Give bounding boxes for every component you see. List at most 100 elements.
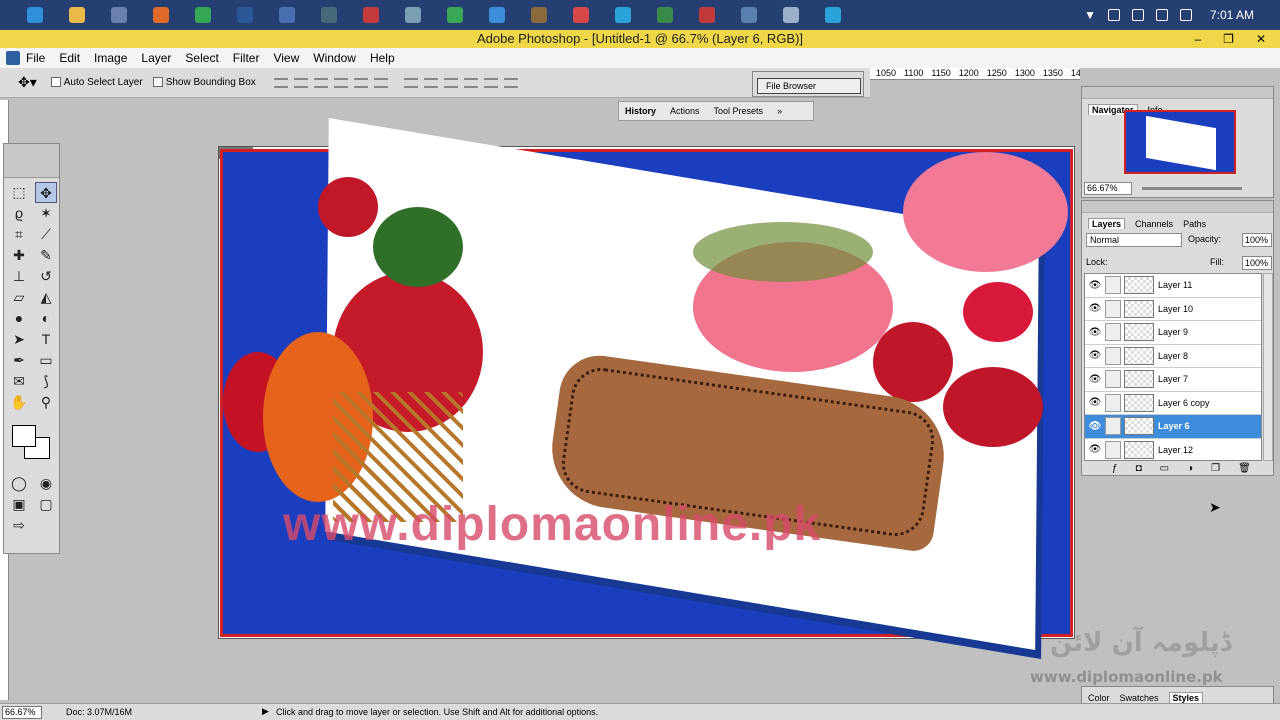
taskbar-firefox-icon[interactable] xyxy=(142,1,180,29)
menu-window[interactable]: Window xyxy=(313,51,356,65)
taskbar-paint-icon[interactable] xyxy=(688,1,726,29)
taskbar-game-icon[interactable] xyxy=(352,1,390,29)
standard-mode-icon[interactable]: ◯ xyxy=(8,473,30,494)
clone-stamp-icon[interactable]: ⊥ xyxy=(8,266,30,287)
menu-layer[interactable]: Layer xyxy=(141,51,171,65)
taskbar-pdf-icon[interactable] xyxy=(562,1,600,29)
volume-icon[interactable] xyxy=(1179,9,1192,21)
align-bottom-icon[interactable] xyxy=(313,77,328,88)
taskbar-app-icon[interactable] xyxy=(100,1,138,29)
layer-link-icon[interactable] xyxy=(1105,370,1121,389)
layer-link-icon[interactable] xyxy=(1105,393,1121,412)
new-set-icon[interactable]: ▭ xyxy=(1160,463,1169,474)
canvas[interactable]: www.diplomaonline.pk xyxy=(220,117,1073,651)
trash-icon[interactable]: 🗑 xyxy=(1238,463,1251,474)
pen-tool-icon[interactable]: ✒ xyxy=(8,350,30,371)
zoom-tool-icon[interactable]: ⚲ xyxy=(35,392,57,413)
layer-link-icon[interactable] xyxy=(1105,276,1121,295)
eyedropper-tool-icon[interactable]: ⟆ xyxy=(35,371,57,392)
lasso-tool-icon[interactable]: ϱ xyxy=(8,203,30,224)
palette-menu-icon[interactable]: » xyxy=(777,106,782,116)
foreground-color[interactable] xyxy=(12,425,36,447)
layer-row[interactable]: 👁 Layer 10 xyxy=(1085,298,1261,321)
taskbar-photoshop-icon[interactable] xyxy=(268,1,306,29)
layer-link-icon[interactable] xyxy=(1105,346,1121,365)
layer-row[interactable]: 👁 Layer 6 xyxy=(1085,415,1261,439)
menu-file[interactable]: File xyxy=(26,51,45,65)
type-tool-icon[interactable]: T xyxy=(35,329,57,350)
move-tool-preset-icon[interactable]: ✥▾ xyxy=(18,74,37,91)
path-select-icon[interactable]: ➤ xyxy=(8,329,30,350)
eye-icon[interactable]: 👁 xyxy=(1085,374,1105,385)
taskbar-globe-icon[interactable] xyxy=(646,1,684,29)
eye-icon[interactable]: 👁 xyxy=(1085,350,1105,361)
history-brush-icon[interactable]: ↺ xyxy=(35,266,57,287)
status-arrow-icon[interactable]: ▶ xyxy=(262,706,269,717)
menu-view[interactable]: View xyxy=(273,51,299,65)
align-vcenter-icon[interactable] xyxy=(293,77,308,88)
close-button[interactable]: ✕ xyxy=(1256,30,1266,48)
menu-select[interactable]: Select xyxy=(185,51,218,65)
dodge-tool-icon[interactable]: ◐ xyxy=(35,308,57,329)
opacity-input[interactable]: 100% xyxy=(1242,233,1272,247)
menu-image[interactable]: Image xyxy=(94,51,127,65)
layer-list-scrollbar[interactable] xyxy=(1263,273,1273,461)
toolbox-header[interactable] xyxy=(4,144,59,178)
taskbar-photo-icon[interactable] xyxy=(520,1,558,29)
photoshop-icon[interactable] xyxy=(6,51,20,65)
network-icon[interactable] xyxy=(1155,9,1168,21)
align-left-icon[interactable] xyxy=(333,77,348,88)
layer-row[interactable]: 👁 Layer 11 xyxy=(1085,274,1261,298)
slice-tool-icon[interactable]: ⟋ xyxy=(35,224,57,245)
marquee-tool-icon[interactable]: ⬚ xyxy=(8,182,30,203)
tab-paths[interactable]: Paths xyxy=(1183,219,1206,229)
fullscreen-mode-icon[interactable]: ▢ xyxy=(35,494,57,515)
layer-link-icon[interactable] xyxy=(1105,323,1121,342)
tab-history[interactable]: History xyxy=(625,106,656,116)
tab-tool-presets[interactable]: Tool Presets xyxy=(714,106,764,116)
fill-input[interactable]: 100% xyxy=(1242,256,1272,270)
menu-help[interactable]: Help xyxy=(370,51,395,65)
blur-tool-icon[interactable]: ● xyxy=(8,308,30,329)
move-tool-icon[interactable]: ✥ xyxy=(35,182,57,203)
eye-icon[interactable]: 👁 xyxy=(1085,421,1105,432)
layer-link-icon[interactable] xyxy=(1105,440,1121,459)
tab-styles[interactable]: Styles xyxy=(1168,692,1204,703)
status-zoom-field[interactable]: 66.67% xyxy=(2,706,42,719)
taskbar-app3-icon[interactable] xyxy=(436,1,474,29)
layer-row[interactable]: 👁 Layer 7 xyxy=(1085,368,1261,392)
distribute-mid-icon[interactable] xyxy=(483,77,498,88)
navigator-thumbnail[interactable] xyxy=(1124,110,1236,174)
distribute-center-icon[interactable] xyxy=(423,77,438,88)
file-browser-tab[interactable]: File Browser xyxy=(757,78,861,94)
taskbar-shield-icon[interactable] xyxy=(478,1,516,29)
eye-icon[interactable]: 👁 xyxy=(1085,397,1105,408)
taskbar-word-icon[interactable] xyxy=(226,1,264,29)
notes-tool-icon[interactable]: ✉ xyxy=(8,371,30,392)
restore-button[interactable]: ❐ xyxy=(1223,30,1234,48)
layer-style-icon[interactable]: ƒ xyxy=(1112,463,1118,474)
quickmask-mode-icon[interactable]: ◉ xyxy=(35,473,57,494)
distribute-top-icon[interactable] xyxy=(403,77,418,88)
screen-mode-icon[interactable]: ▣ xyxy=(8,494,30,515)
hand-tool-icon[interactable]: ✋ xyxy=(8,392,30,413)
tab-swatches[interactable]: Swatches xyxy=(1120,693,1159,703)
taskbar-app2-icon[interactable] xyxy=(394,1,432,29)
taskbar-skype-icon[interactable] xyxy=(604,1,642,29)
distribute-bottom-icon[interactable] xyxy=(443,77,458,88)
layers-panel-header[interactable] xyxy=(1082,201,1273,213)
crop-tool-icon[interactable]: ⌗ xyxy=(8,224,30,245)
paint-bucket-icon[interactable]: ◭ xyxy=(35,287,57,308)
tab-actions[interactable]: Actions xyxy=(670,106,700,116)
eye-icon[interactable]: 👁 xyxy=(1085,327,1105,338)
layer-mask-icon[interactable]: ◘ xyxy=(1136,463,1142,474)
taskbar-chrome-icon[interactable] xyxy=(184,1,222,29)
new-layer-icon[interactable]: ❐ xyxy=(1211,463,1220,474)
taskbar-ie-icon[interactable] xyxy=(16,1,54,29)
align-right-icon[interactable] xyxy=(373,77,388,88)
minimize-button[interactable]: – xyxy=(1194,30,1201,48)
tab-channels[interactable]: Channels xyxy=(1135,219,1173,229)
eye-icon[interactable]: 👁 xyxy=(1085,444,1105,455)
rectangle-tool-icon[interactable]: ▭ xyxy=(35,350,57,371)
taskbar-app4-icon[interactable] xyxy=(772,1,810,29)
